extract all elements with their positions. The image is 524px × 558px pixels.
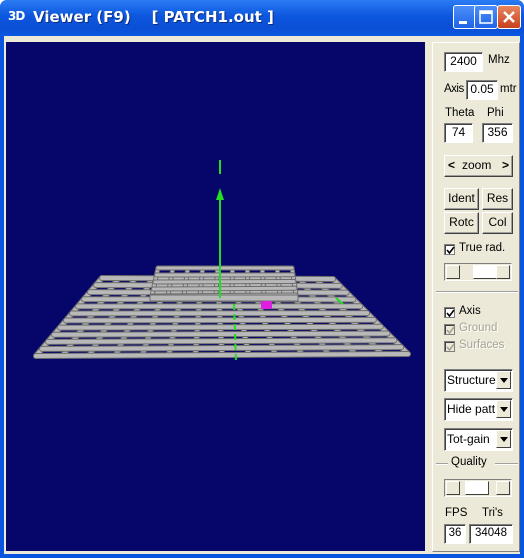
patch-front-edge — [149, 294, 299, 302]
chevron-down-icon — [500, 378, 508, 383]
axis-size-label: Axis — [444, 83, 464, 95]
ground-grid-bar — [58, 324, 383, 330]
chevron-down-icon — [500, 437, 508, 442]
slider-thumb[interactable] — [473, 265, 497, 279]
ground-grid-bar — [34, 352, 410, 358]
axis-size-input[interactable]: 0.05 — [466, 80, 498, 100]
zoom-label: zoom — [462, 158, 492, 172]
pattern-dropdown-value: Hide patt. — [447, 402, 499, 416]
surfaces-checkbox-label: Surfaces — [459, 339, 505, 351]
gain-dropdown-value: Tot-gain — [447, 432, 490, 446]
ground-grid-bar — [40, 345, 404, 351]
window-title: Viewer (F9) [ PATCH1.out ] — [33, 8, 274, 26]
structure-dropdown-value: Structure — [447, 373, 496, 387]
zoom-in-button[interactable]: > — [502, 156, 509, 175]
quality-group-line-left — [436, 463, 448, 465]
axis-checkbox[interactable] — [444, 307, 455, 318]
fps-value: 36 — [444, 524, 466, 544]
tris-label: Tri's — [482, 507, 503, 519]
3d-scene — [6, 42, 425, 551]
3d-app-icon: 3D — [8, 9, 25, 23]
fps-label: FPS — [445, 507, 468, 519]
true-rad-label: True rad. — [459, 242, 506, 254]
slider-thumb[interactable] — [465, 481, 489, 495]
tris-value: 34048 — [469, 524, 513, 544]
structure-dropdown[interactable]: Structure — [444, 369, 513, 392]
3d-viewport[interactable] — [6, 42, 425, 551]
maximize-button[interactable] — [474, 5, 498, 29]
gain-dropdown[interactable]: Tot-gain — [444, 428, 513, 451]
frequency-unit-label: Mhz — [488, 54, 510, 66]
checkmark-icon — [446, 246, 455, 255]
patch-grid-bar — [152, 286, 297, 291]
ground-grid-bar — [52, 331, 390, 337]
z-axis-arrow — [216, 188, 224, 200]
axis-size-unit-label: mtr — [500, 83, 517, 95]
ground-checkbox-label: Ground — [459, 322, 498, 334]
col-button[interactable]: Col — [482, 212, 513, 234]
feed-marker — [261, 301, 272, 309]
control-panel: 2400 Mhz Axis 0.05 mtr Theta Phi 74 356 … — [432, 42, 520, 552]
maximize-icon — [479, 10, 493, 24]
patch-grid-bar — [153, 280, 296, 284]
slider-left-arrow-icon[interactable] — [446, 481, 460, 495]
checkmark-icon — [446, 343, 455, 352]
axis-checkbox-label: Axis — [459, 305, 481, 317]
viewer-window: 3D Viewer (F9) [ PATCH1.out ] 2400 Mhz A… — [0, 0, 524, 558]
pattern-dropdown[interactable]: Hide patt. — [444, 398, 513, 421]
quality-label: Quality — [451, 456, 487, 468]
phi-input[interactable]: 356 — [482, 123, 513, 143]
minimize-icon — [459, 21, 467, 24]
res-button[interactable]: Res — [482, 188, 513, 210]
ground-checkbox[interactable] — [444, 324, 455, 335]
chevron-down-icon — [500, 407, 508, 412]
quality-group-line-right — [495, 463, 518, 465]
zoom-out-button[interactable]: < — [448, 156, 455, 175]
close-icon — [503, 11, 515, 23]
true-rad-checkbox[interactable] — [444, 244, 455, 255]
slider-right-arrow-icon[interactable] — [496, 265, 510, 279]
ground-grid-bar — [46, 338, 397, 344]
rotc-button[interactable]: Rotc — [444, 212, 479, 234]
title-bar[interactable]: 3D Viewer (F9) [ PATCH1.out ] — [0, 0, 524, 36]
checkmark-icon — [446, 326, 455, 335]
close-button[interactable] — [497, 5, 521, 29]
phi-label: Phi — [487, 107, 504, 119]
ident-button[interactable]: Ident — [444, 188, 479, 210]
checkmark-icon — [446, 309, 455, 318]
radiation-slider[interactable] — [444, 263, 512, 281]
slider-right-arrow-icon[interactable] — [496, 481, 510, 495]
slider-left-arrow-icon[interactable] — [446, 265, 460, 279]
ground-grid-bar — [64, 317, 376, 323]
theta-label: Theta — [445, 107, 475, 119]
pattern-dropdown-arrow[interactable] — [496, 400, 511, 418]
frequency-input[interactable]: 2400 — [444, 52, 483, 72]
gain-dropdown-arrow[interactable] — [496, 430, 511, 448]
structure-dropdown-arrow[interactable] — [496, 371, 511, 389]
section-divider — [436, 291, 518, 293]
quality-slider[interactable] — [444, 479, 512, 497]
theta-input[interactable]: 74 — [444, 123, 473, 143]
surfaces-checkbox[interactable] — [444, 341, 455, 352]
zoom-control: < zoom > — [444, 155, 513, 177]
